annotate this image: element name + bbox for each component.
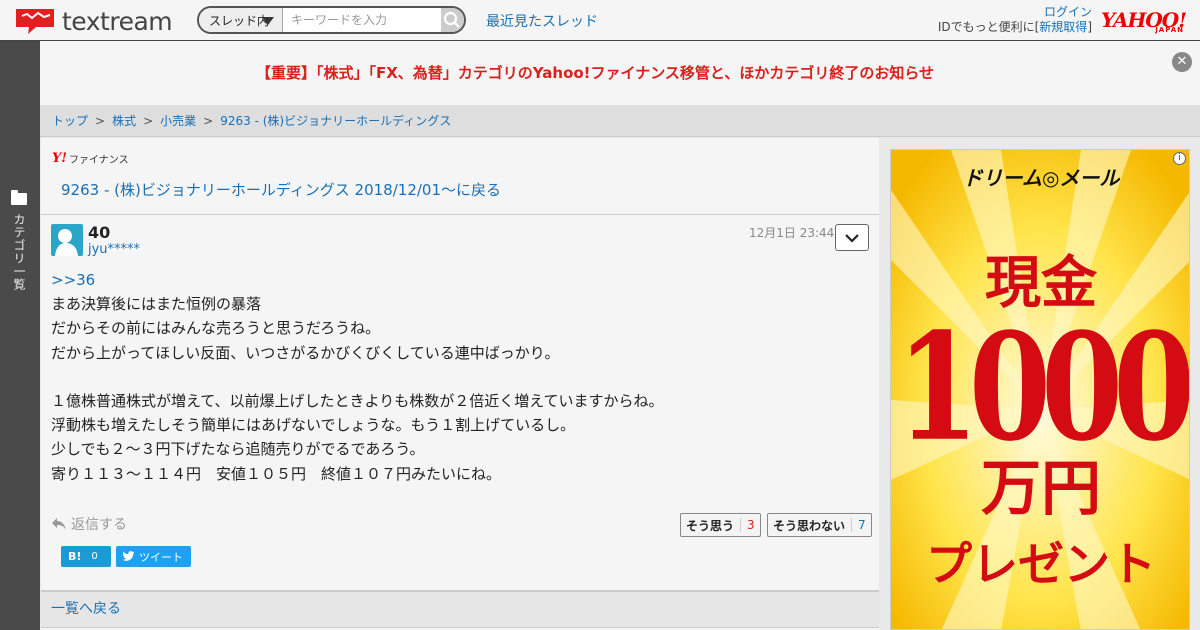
reply-arrow-icon: [52, 518, 66, 530]
post-line: だから上がってほしい反面、いつさがるかびくびくしている連中ばっかり。: [51, 343, 560, 362]
breadcrumb-company[interactable]: 9263 - (株)ビジョナリーホールディングス: [220, 112, 451, 129]
hatena-count: 0: [91, 551, 98, 562]
advertisement-banner[interactable]: i ドリーム◎メール 現金 1000 万円 プレゼント: [890, 149, 1190, 630]
main-content: Y! ファイナンス 9263 - (株)ビジョナリーホールディングス 2018/…: [41, 138, 879, 630]
breadcrumb-stocks[interactable]: 株式: [112, 112, 136, 129]
ad-brand: ドリーム◎メール: [962, 166, 1120, 190]
category-sidebar[interactable]: カテゴリ一覧: [0, 41, 40, 630]
disagree-button[interactable]: そう思わない 7: [767, 513, 872, 537]
category-list-label: カテゴリ一覧: [12, 213, 26, 291]
important-notice: 【重要】「株式」「FX、為替」カテゴリのYahoo!ファイナンス移管と、ほかカテ…: [40, 41, 1200, 105]
post-line: だからその前にはみんな売ろうと思うだろうね。: [51, 319, 381, 338]
search-scope-select[interactable]: スレッド内: [199, 8, 283, 32]
agree-count: 3: [740, 518, 755, 532]
search-box: スレッド内: [197, 6, 466, 34]
post-menu-button[interactable]: [835, 224, 869, 251]
login-link[interactable]: ログイン: [1044, 5, 1092, 19]
search-input[interactable]: [282, 8, 441, 32]
search-icon: [444, 11, 461, 28]
post-line: 寄り１１３～１１４円 安値１０５円 終値１０７円みたいにね。: [51, 464, 502, 483]
hatena-bookmark-button[interactable]: B! 0: [61, 546, 111, 567]
disagree-count: 7: [851, 518, 866, 532]
post-line: １億株普通株式が増えて、以前爆上げしたときよりも株数が２倍近く増えていますからね…: [51, 392, 664, 410]
top-header: textream スレッド内 最近見たスレッド ログイン IDでもっと便利に[新…: [0, 0, 1200, 41]
caret-down-icon: [261, 17, 274, 25]
close-icon[interactable]: ✕: [1172, 52, 1192, 72]
tweet-button[interactable]: ツイート: [116, 546, 191, 567]
tweet-label: ツイート: [139, 550, 183, 564]
notice-link[interactable]: 【重要】「株式」「FX、為替」カテゴリのYahoo!ファイナンス移管と、ほかカテ…: [40, 62, 1150, 83]
divider: [41, 214, 879, 215]
back-to-thread-link[interactable]: 9263 - (株)ビジョナリーホールディングス 2018/12/01〜に戻る: [61, 179, 501, 200]
reply-reference-link[interactable]: >>36: [51, 268, 851, 292]
register-link[interactable]: 新規取得: [1039, 20, 1087, 34]
breadcrumb-retail[interactable]: 小売業: [160, 112, 196, 129]
post-timestamp: 12月1日 23:44: [749, 226, 835, 240]
ad-column: i ドリーム◎メール 現金 1000 万円 プレゼント: [880, 138, 1200, 630]
yahoo-japan-sub: JAPAN: [1155, 26, 1184, 34]
user-silhouette-icon: [55, 229, 78, 256]
hatena-icon: B!: [68, 550, 82, 563]
back-to-list-link[interactable]: 一覧へ戻る: [41, 590, 879, 628]
login-sub-prefix: IDでもっと便利に[: [937, 20, 1040, 34]
breadcrumb-separator: >: [95, 113, 106, 128]
agree-button[interactable]: そう思う 3: [680, 513, 761, 537]
recent-threads-link[interactable]: 最近見たスレッド: [486, 11, 598, 31]
search-button[interactable]: [440, 8, 464, 32]
agree-label: そう思う: [686, 518, 735, 533]
speech-bubble-icon: [16, 9, 54, 34]
disagree-label: そう思わない: [773, 518, 846, 533]
folder-icon: [11, 190, 27, 205]
breadcrumb-separator: >: [203, 113, 214, 128]
ad-headline-3: 万円: [981, 454, 1101, 524]
post-line: まあ決算後にはまた恒例の暴落: [51, 295, 262, 314]
post-line: 少しでも２～３円下げたなら追随売りがでるであろう。: [51, 440, 425, 459]
breadcrumb: トップ > 株式 > 小売業 > 9263 - (株)ビジョナリーホールディング…: [40, 105, 1200, 137]
breadcrumb-separator: >: [143, 113, 154, 128]
yahoo-finance-logo[interactable]: Y! ファイナンス: [52, 151, 129, 166]
post-line-blank: [51, 365, 851, 389]
login-sub-suffix: ]: [1087, 20, 1092, 34]
chevron-down-icon: [845, 233, 859, 243]
yf-logo-text: ファイナンス: [69, 155, 129, 166]
post-number: 40: [88, 223, 111, 242]
reply-label: 返信する: [71, 517, 127, 533]
post-username[interactable]: jyu*****: [88, 242, 140, 257]
search-scope-label: スレッド内: [209, 13, 270, 28]
textream-logo[interactable]: textream: [14, 6, 173, 36]
reply-button[interactable]: 返信する: [51, 514, 127, 534]
breadcrumb-top[interactable]: トップ: [52, 112, 88, 129]
ad-headline-4: プレゼント: [926, 537, 1156, 591]
yf-logo-mark: Y!: [52, 151, 67, 166]
post-body: >>36 まあ決算後にはまた恒例の暴落 だからその前にはみんな売ろうと思うだろう…: [51, 268, 851, 486]
login-area: ログイン IDでもっと便利に[新規取得]: [938, 5, 1092, 35]
twitter-bird-icon: [122, 551, 135, 561]
logo-text: textream: [62, 6, 173, 36]
post-line: 浮動株も増えたしそう簡単にはあげないでしょうな。もう１割上げているし。: [51, 416, 576, 435]
avatar[interactable]: [51, 224, 83, 256]
